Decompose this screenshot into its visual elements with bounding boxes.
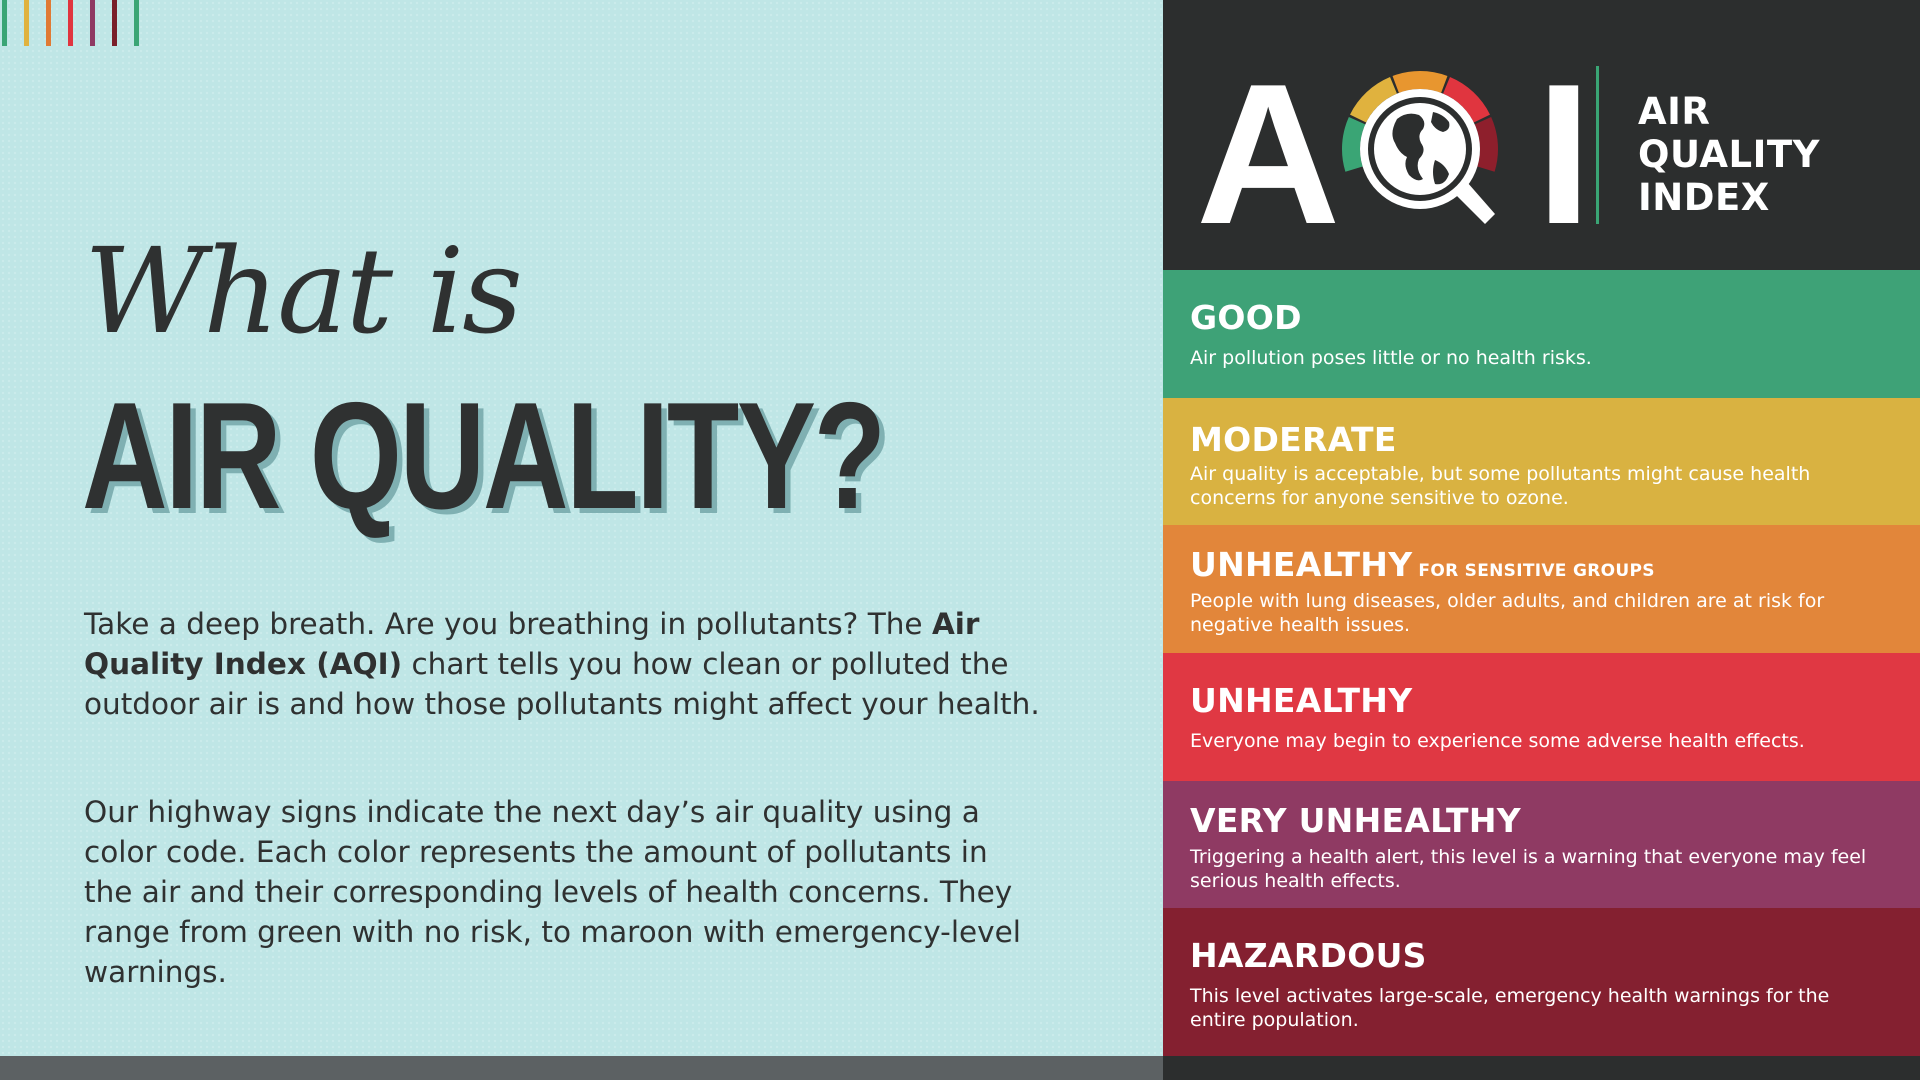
aqi-level-moderate: MODERATE Air quality is acceptable, but … xyxy=(1163,398,1920,525)
heading-main: AIR QUALITY? xyxy=(82,371,886,541)
color-stripes xyxy=(0,0,139,46)
stripe xyxy=(90,0,95,46)
level-title-main: VERY UNHEALTHY xyxy=(1190,801,1521,840)
level-description: Air quality is acceptable, but some poll… xyxy=(1190,463,1811,509)
q-tail xyxy=(1455,182,1495,224)
aqi-panel: A I AIR QUALITY INDEX GOOD Air pollution… xyxy=(1163,0,1920,1056)
stripe xyxy=(134,0,139,46)
aqi-level-unhealthy: UNHEALTHY Everyone may begin to experien… xyxy=(1163,653,1920,781)
bottom-bar-dark xyxy=(1163,1056,1920,1080)
level-description: This level activates large-scale, emerge… xyxy=(1190,985,1830,1031)
stripe xyxy=(2,0,7,46)
stripe xyxy=(68,0,73,46)
level-description: Everyone may begin to experience some ad… xyxy=(1190,730,1805,752)
logo-divider xyxy=(1596,66,1599,224)
aqi-level-unhealthy-sensitive: UNHEALTHY FOR SENSITIVE GROUPS People wit… xyxy=(1163,525,1920,653)
aqi-logo: A I AIR QUALITY INDEX xyxy=(1163,0,1920,270)
bottom-bar xyxy=(0,1056,1920,1080)
aqi-level-good: GOOD Air pollution poses little or no he… xyxy=(1163,270,1920,398)
stripe xyxy=(24,0,29,46)
level-title: HAZARDOUS xyxy=(1190,936,1433,975)
heading-script: What is xyxy=(84,222,523,360)
level-title-main: UNHEALTHY xyxy=(1190,681,1413,720)
level-title: UNHEALTHY xyxy=(1190,681,1418,720)
stripe xyxy=(112,0,117,46)
intro-paragraph-1: Take a deep breath. Are you breathing in… xyxy=(84,604,1044,724)
level-description: Air pollution poses little or no health … xyxy=(1190,347,1592,369)
logo-letter-a: A xyxy=(1196,43,1340,266)
left-panel: What is AIR QUALITY? Take a deep breath.… xyxy=(0,0,1163,1080)
level-title: MODERATE xyxy=(1190,420,1403,459)
level-title-main: GOOD xyxy=(1190,298,1302,337)
logo-sub-line3: INDEX xyxy=(1638,176,1770,219)
aqi-level-very-unhealthy: VERY UNHEALTHY Triggering a health alert… xyxy=(1163,781,1920,908)
level-title: VERY UNHEALTHY xyxy=(1190,801,1527,840)
logo-sub-line2: QUALITY xyxy=(1638,133,1820,176)
logo-sub-line1: AIR xyxy=(1638,90,1711,133)
level-description: People with lung diseases, older adults,… xyxy=(1190,590,1825,636)
level-title-main: MODERATE xyxy=(1190,420,1397,459)
intro-paragraph-2: Our highway signs indicate the next day’… xyxy=(84,795,1021,989)
level-title-main: UNHEALTHY xyxy=(1190,545,1413,584)
level-title-small: FOR SENSITIVE GROUPS xyxy=(1418,561,1655,581)
intro-text-start: Take a deep breath. Are you breathing in… xyxy=(84,607,932,641)
globe-gauge-icon xyxy=(1342,71,1498,224)
level-title: UNHEALTHY FOR SENSITIVE GROUPS xyxy=(1190,545,1655,584)
level-title: GOOD xyxy=(1190,298,1308,337)
level-description: Triggering a health alert, this level is… xyxy=(1190,846,1867,892)
logo-subtitle: AIR QUALITY INDEX xyxy=(1638,90,1820,219)
level-title-main: HAZARDOUS xyxy=(1190,936,1427,975)
aqi-level-hazardous: HAZARDOUS This level activates large-sca… xyxy=(1163,908,1920,1056)
stripe xyxy=(46,0,51,46)
logo-letter-i: I xyxy=(1536,43,1592,266)
